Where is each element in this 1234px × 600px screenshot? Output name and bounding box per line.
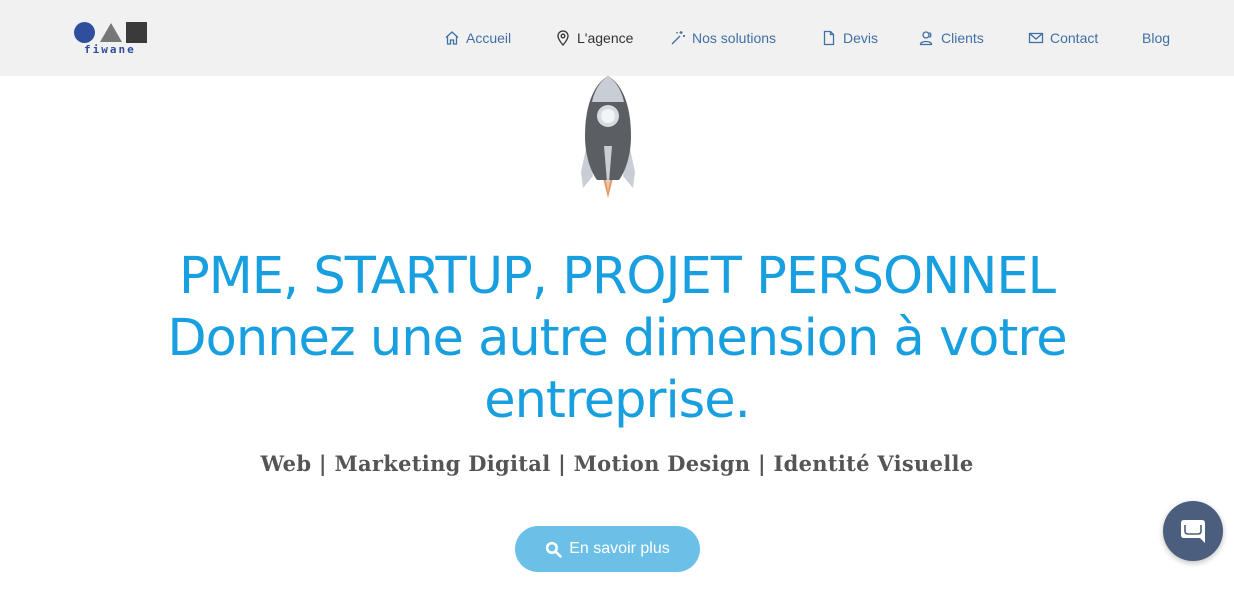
home-icon <box>444 30 460 46</box>
nav-item-devis[interactable]: Devis <box>821 27 878 49</box>
nav-label: Contact <box>1050 30 1099 46</box>
nav-label: L'agence <box>577 30 634 46</box>
nav-item-agence[interactable]: L'agence <box>555 27 633 49</box>
magic-wand-icon <box>670 30 686 46</box>
rocket-illustration <box>577 76 639 200</box>
nav-item-solutions[interactable]: Nos solutions <box>670 27 776 49</box>
nav-item-blog[interactable]: Blog <box>1142 27 1170 49</box>
hero-line-2: Donnez une autre dimension à votre entre… <box>167 309 1067 430</box>
logo-triangle <box>100 23 122 42</box>
nav-label: Clients <box>941 30 984 46</box>
hero-headline: PME, STARTUP, PROJET PERSONNEL Donnez un… <box>0 246 1234 432</box>
logo-shapes <box>74 20 150 43</box>
search-icon <box>546 541 562 558</box>
document-icon <box>821 30 837 46</box>
nav-label: Nos solutions <box>692 30 777 46</box>
logo-circle <box>74 22 95 43</box>
chat-bubble-icon <box>1181 520 1205 543</box>
nav-label: Devis <box>843 30 879 46</box>
map-pin-icon <box>555 30 571 46</box>
chat-widget-button[interactable] <box>1163 501 1223 561</box>
nav-label: Accueil <box>466 30 512 46</box>
nav-item-clients[interactable]: Clients <box>919 27 984 49</box>
site-header: fiwane Accueil L'agence Nos solutions De… <box>0 0 1234 76</box>
envelope-icon <box>1028 30 1044 46</box>
learn-more-label: En savoir plus <box>569 540 670 557</box>
logo-square <box>126 22 147 43</box>
nav-item-accueil[interactable]: Accueil <box>444 27 511 49</box>
logo-text: fiwane <box>84 43 136 56</box>
nav-item-contact[interactable]: Contact <box>1028 27 1098 49</box>
hero-line-1: PME, STARTUP, PROJET PERSONNEL <box>178 247 1056 306</box>
users-icon <box>919 30 935 46</box>
site-logo[interactable]: fiwane <box>74 20 150 60</box>
nav-label: Blog <box>1142 30 1171 46</box>
learn-more-button[interactable]: En savoir plus <box>515 526 700 572</box>
services-tagline: Web | Marketing Digital | Motion Design … <box>260 451 974 476</box>
